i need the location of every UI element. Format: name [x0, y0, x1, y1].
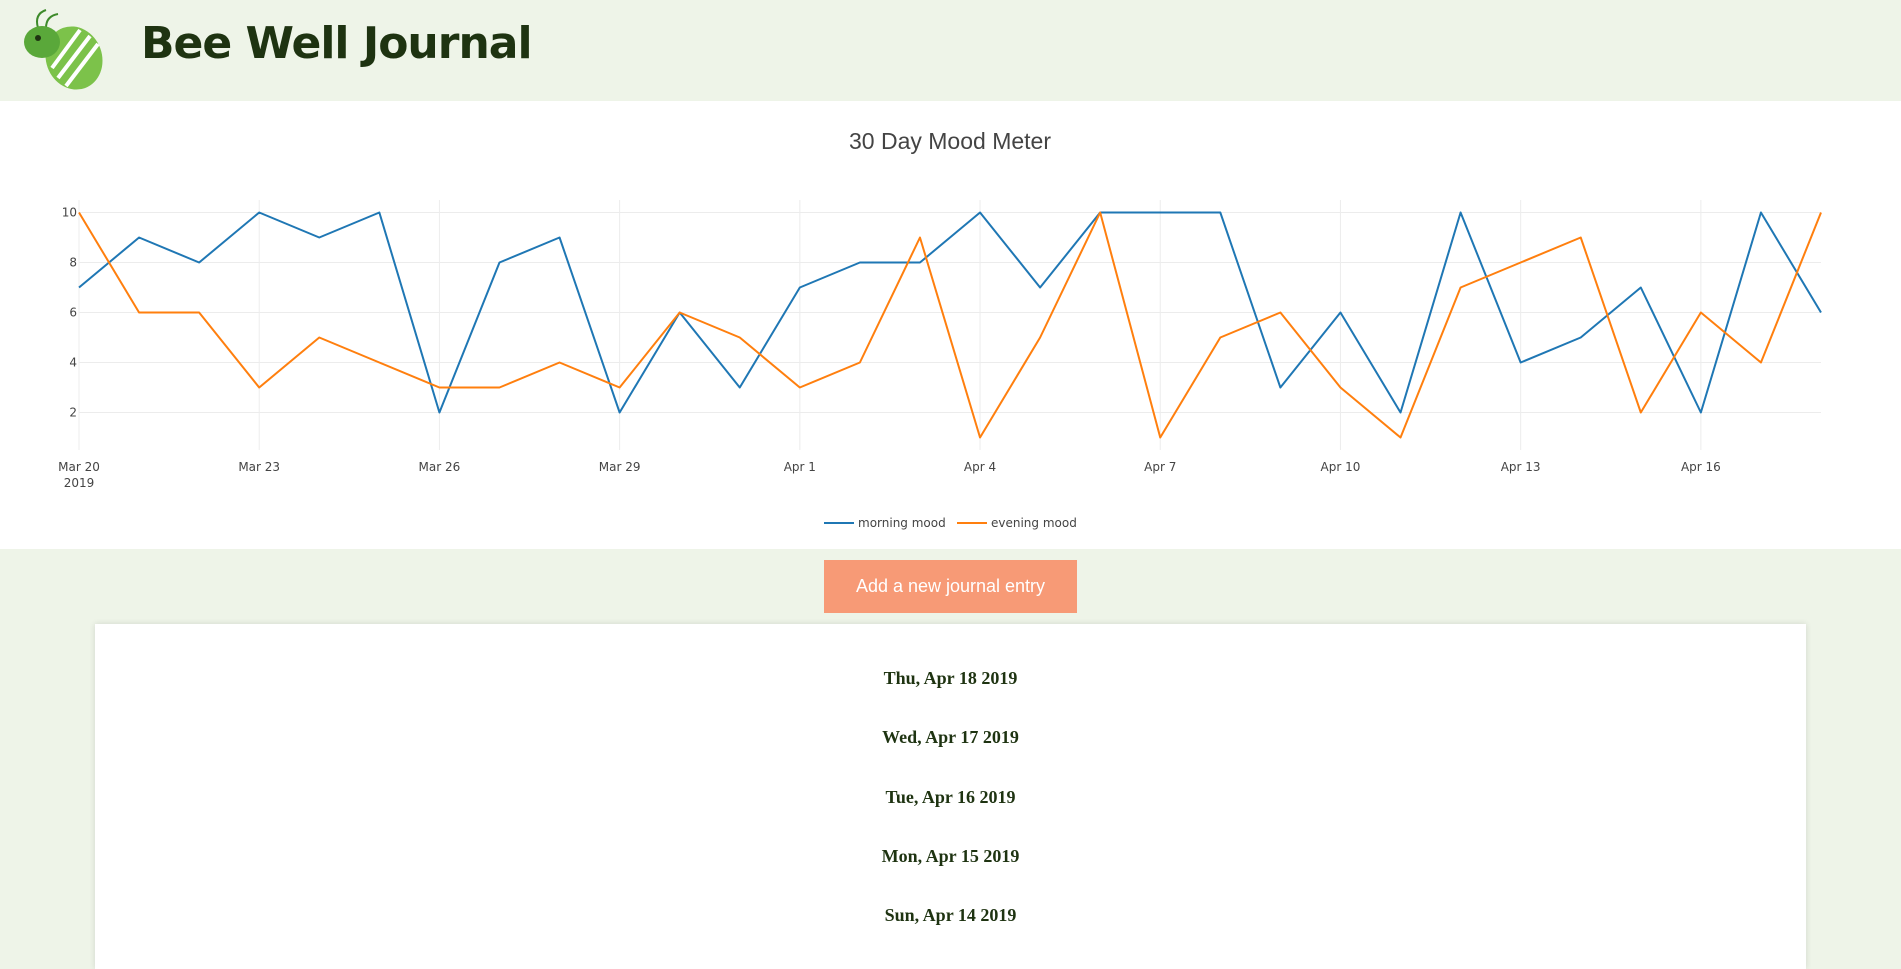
legend-label: morning mood: [858, 516, 946, 530]
y-tick-label: 10: [62, 206, 77, 220]
journal-entry-date[interactable]: Wed, Apr 17 2019: [95, 727, 1806, 748]
chart-series: [78, 211, 1822, 439]
x-tick-label: Mar 20: [58, 460, 100, 474]
y-tick-label: 2: [69, 406, 77, 420]
x-tick-label: Apr 10: [1321, 460, 1361, 474]
app-header: Bee Well Journal: [0, 0, 1901, 101]
y-tick-label: 8: [69, 256, 77, 270]
evening-mood-line: [78, 211, 1822, 439]
x-tick-label: Mar 23: [238, 460, 280, 474]
x-tick-year-label: 2019: [64, 476, 95, 490]
legend-item[interactable]: morning mood: [824, 516, 946, 530]
app-title: Bee Well Journal: [141, 18, 533, 69]
x-tick-label: Mar 26: [419, 460, 461, 474]
mood-line-chart: 30 Day Mood Meter Mar 20 2019 Mar 23 Mar 26…: [58, 128, 1822, 530]
chart-title: 30 Day Mood Meter: [849, 128, 1051, 154]
journal-entry-date[interactable]: Sun, Apr 14 2019: [95, 905, 1806, 926]
journal-entry-date[interactable]: Mon, Apr 15 2019: [95, 846, 1806, 867]
y-tick-label: 4: [69, 356, 77, 370]
legend-item[interactable]: evening mood: [957, 516, 1077, 530]
x-tick-label: Apr 1: [784, 460, 816, 474]
journal-entry-date[interactable]: Thu, Apr 18 2019: [95, 668, 1806, 689]
mood-chart-panel: 30 Day Mood Meter Mar 20 2019 Mar 23 Mar 26…: [0, 101, 1901, 549]
x-tick-label: Apr 4: [964, 460, 996, 474]
add-journal-entry-button[interactable]: Add a new journal entry: [824, 560, 1077, 613]
x-tick-label: Apr 13: [1501, 460, 1541, 474]
journal-entries-list: Thu, Apr 18 2019 Wed, Apr 17 2019 Tue, A…: [95, 624, 1806, 969]
x-tick-label: Apr 7: [1144, 460, 1176, 474]
y-tick-label: 6: [69, 306, 77, 320]
x-tick-label: Apr 16: [1681, 460, 1721, 474]
legend-label: evening mood: [991, 516, 1077, 530]
chart-legend[interactable]: morning mood evening mood: [824, 516, 1077, 530]
bee-logo-icon[interactable]: [16, 8, 110, 92]
journal-entry-date[interactable]: Tue, Apr 16 2019: [95, 787, 1806, 808]
x-tick-label: Mar 29: [599, 460, 641, 474]
